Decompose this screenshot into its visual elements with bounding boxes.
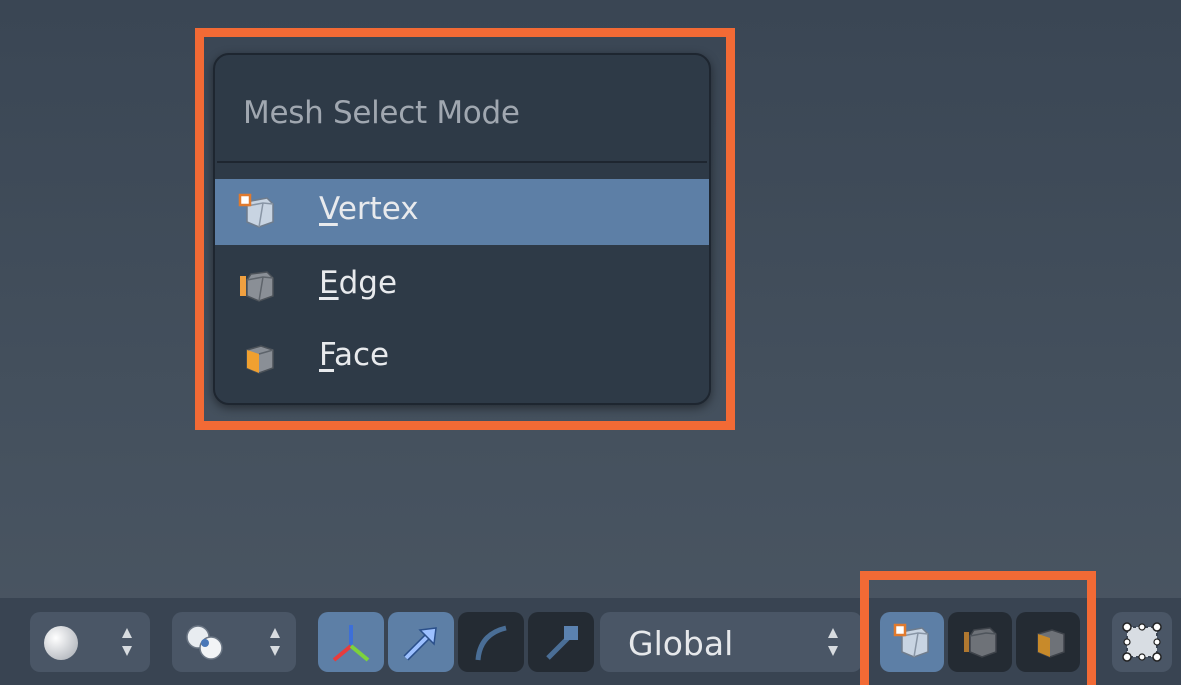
translate-manipulator-button[interactable] bbox=[388, 612, 454, 672]
menu-item-face[interactable]: Face bbox=[215, 325, 709, 391]
transform-orientation-dropdown[interactable]: Global bbox=[600, 612, 862, 672]
mesh-select-mode-menu: Mesh Select Mode Vertex Edge Face bbox=[213, 53, 711, 405]
rotate-arc-icon bbox=[475, 625, 507, 661]
manipulator-axes-icon bbox=[332, 625, 370, 662]
translate-arrow-icon bbox=[403, 627, 437, 661]
vertex-select-icon bbox=[238, 193, 274, 228]
updown-arrows-icon bbox=[122, 628, 132, 656]
rotate-manipulator-button[interactable] bbox=[458, 612, 524, 672]
edge-select-icon bbox=[964, 627, 997, 658]
scale-manipulator-button[interactable] bbox=[528, 612, 594, 672]
vertex-select-icon bbox=[893, 623, 929, 658]
menu-separator bbox=[217, 161, 707, 163]
face-mnemonic: F bbox=[319, 337, 334, 373]
viewport-header-toolbar: Global bbox=[0, 598, 1181, 685]
edge-select-icon bbox=[240, 271, 274, 302]
updown-arrows-icon bbox=[828, 628, 838, 656]
face-select-icon bbox=[246, 345, 274, 374]
scale-handle-icon bbox=[546, 626, 578, 660]
occlude-geometry-button[interactable] bbox=[1112, 612, 1172, 672]
updown-arrows-icon bbox=[270, 628, 280, 656]
edge-select-mode-button[interactable] bbox=[948, 612, 1012, 672]
orientation-value: Global bbox=[628, 624, 734, 663]
menu-title: Mesh Select Mode bbox=[243, 95, 520, 131]
menu-item-edge[interactable]: Edge bbox=[215, 253, 709, 319]
vertex-mnemonic: V bbox=[319, 191, 338, 227]
vertex-select-mode-button[interactable] bbox=[880, 612, 944, 672]
solid-sphere-icon bbox=[44, 626, 78, 660]
pivot-point-icon bbox=[186, 625, 223, 660]
face-label: ace bbox=[334, 337, 390, 373]
manipulator-toggle-button[interactable] bbox=[318, 612, 384, 672]
vertex-label: ertex bbox=[337, 191, 419, 227]
occlude-geometry-icon bbox=[1122, 622, 1162, 662]
face-select-mode-button[interactable] bbox=[1016, 612, 1080, 672]
edge-mnemonic: E bbox=[319, 265, 339, 301]
face-select-icon bbox=[1037, 629, 1065, 658]
menu-item-vertex[interactable]: Vertex bbox=[215, 179, 709, 245]
viewport-shading-dropdown[interactable] bbox=[30, 612, 150, 672]
edge-label: dge bbox=[338, 265, 398, 301]
pivot-point-dropdown[interactable] bbox=[172, 612, 296, 672]
